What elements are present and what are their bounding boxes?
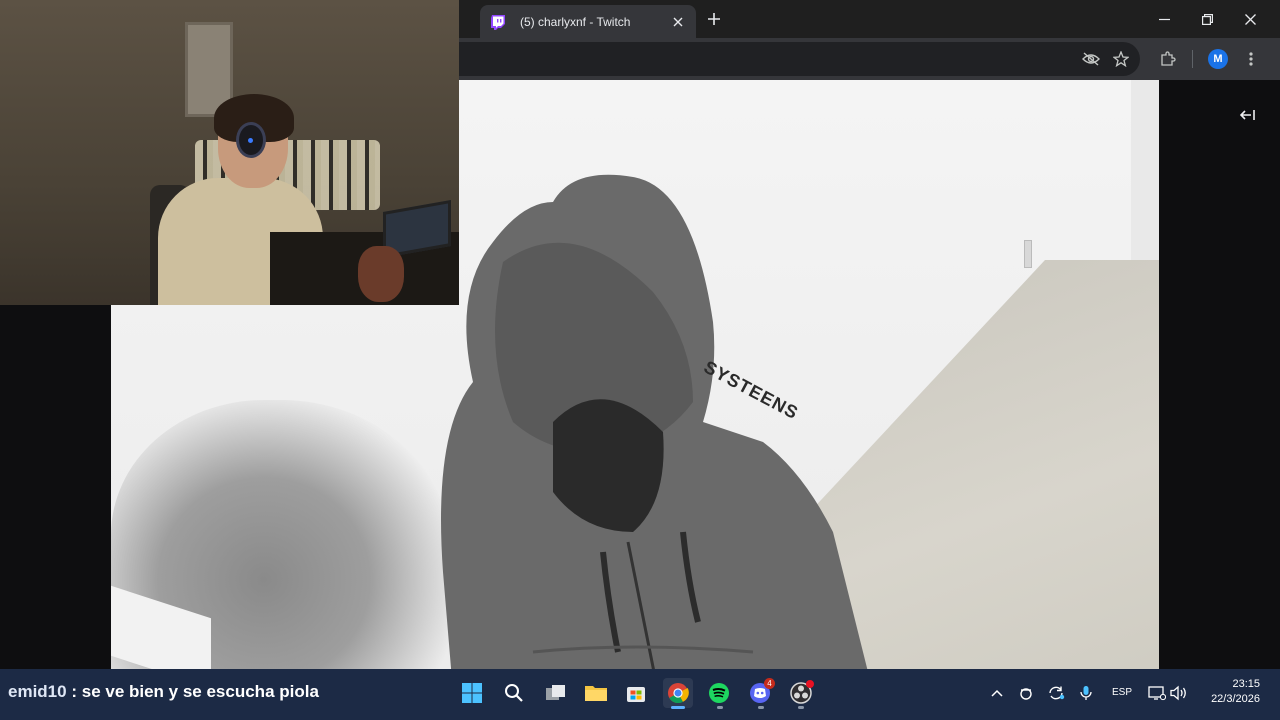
profile-avatar[interactable]: M bbox=[1208, 49, 1228, 69]
recording-indicator bbox=[806, 680, 814, 688]
network-icon[interactable] bbox=[1146, 682, 1168, 704]
minimize-icon[interactable] bbox=[1153, 8, 1175, 30]
chat-username: emid10 bbox=[8, 682, 67, 701]
webcam-overlay bbox=[0, 0, 459, 305]
spotify-icon[interactable] bbox=[704, 678, 734, 708]
extensions-icon[interactable] bbox=[1156, 47, 1180, 71]
search-icon[interactable] bbox=[499, 678, 529, 708]
new-tab-icon[interactable] bbox=[704, 9, 724, 29]
discord-running-indicator bbox=[758, 706, 764, 709]
close-tab-icon[interactable] bbox=[668, 12, 688, 32]
tab-twitch[interactable]: (5) charlyxnf - Twitch bbox=[480, 5, 696, 38]
file-explorer-icon[interactable] bbox=[581, 678, 611, 708]
menu-kebab-icon[interactable] bbox=[1239, 47, 1263, 71]
bookmark-star-icon[interactable] bbox=[1109, 47, 1133, 71]
hooded-figure bbox=[441, 174, 868, 669]
chat-separator: : bbox=[71, 682, 77, 701]
onedrive-sync-icon[interactable] bbox=[1015, 682, 1037, 704]
chrome-active-indicator bbox=[671, 706, 685, 709]
wall-outlet bbox=[1024, 240, 1032, 268]
chat-overlay-message: emid10 : se ve bien y se escucha piola bbox=[8, 682, 319, 702]
sync-icon[interactable] bbox=[1045, 682, 1067, 704]
task-view-icon[interactable] bbox=[541, 678, 571, 708]
headset-led bbox=[248, 138, 253, 143]
chat-message-text: se ve bien y se escucha piola bbox=[81, 682, 319, 701]
system-clock[interactable]: 23:15 22/3/2026 bbox=[1196, 677, 1260, 707]
spotify-running-indicator bbox=[717, 706, 723, 709]
collapse-chat-icon[interactable] bbox=[1236, 104, 1260, 126]
volume-icon[interactable] bbox=[1168, 682, 1190, 704]
chrome-icon[interactable] bbox=[663, 678, 693, 708]
tab-title: (5) charlyxnf - Twitch bbox=[520, 14, 631, 29]
restore-icon[interactable] bbox=[1196, 8, 1218, 30]
clock-date: 22/3/2026 bbox=[1211, 693, 1260, 705]
start-icon[interactable] bbox=[457, 678, 487, 708]
screen: ‹ (5) charlyxnf - Twitch bbox=[0, 0, 1280, 720]
mate-cup bbox=[358, 246, 404, 302]
store-icon[interactable] bbox=[621, 678, 651, 708]
obs-running-indicator bbox=[798, 706, 804, 709]
discord-badge: 4 bbox=[764, 678, 775, 689]
clock-time: 23:15 bbox=[1232, 678, 1260, 690]
tray-overflow-chevron-icon[interactable] bbox=[986, 682, 1008, 704]
eye-slash-icon[interactable] bbox=[1079, 47, 1103, 71]
toolbar-separator bbox=[1192, 50, 1193, 68]
wall-corner bbox=[1131, 80, 1159, 270]
close-window-icon[interactable] bbox=[1239, 8, 1261, 30]
microphone-icon[interactable] bbox=[1075, 682, 1097, 704]
keyboard-language[interactable]: ESP bbox=[1112, 687, 1132, 698]
twitch-icon bbox=[491, 14, 505, 30]
